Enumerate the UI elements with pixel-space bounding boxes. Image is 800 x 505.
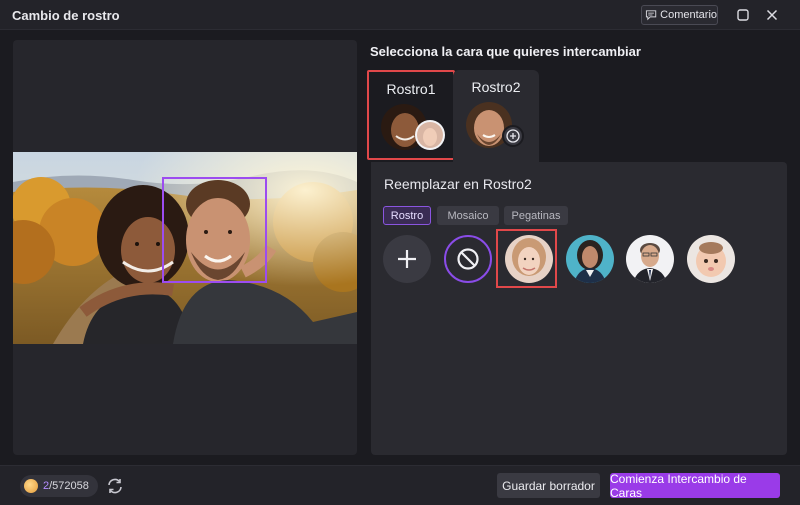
no-face-button[interactable] bbox=[444, 235, 492, 283]
credits-total: /572058 bbox=[49, 480, 89, 492]
tab-pegatinas-category[interactable]: Pegatinas bbox=[504, 206, 568, 225]
maximize-button[interactable] bbox=[734, 6, 752, 24]
credits-counter: 2/572058 bbox=[20, 475, 98, 497]
face-option-business-man-image bbox=[626, 235, 674, 283]
replace-panel: Reemplazar en Rostro2 Rostro Mosaico Peg… bbox=[371, 162, 787, 455]
tab-rostro1-label: Rostro1 bbox=[386, 81, 436, 97]
start-face-swap-button[interactable]: Comienza Intercambio de Caras bbox=[610, 472, 780, 500]
refresh-button[interactable] bbox=[105, 476, 125, 496]
close-button[interactable] bbox=[763, 6, 781, 24]
tab-rostro1[interactable]: Rostro1 bbox=[367, 70, 455, 160]
selected-face-highlight bbox=[496, 229, 557, 288]
tab-rostro2[interactable]: Rostro2 bbox=[453, 70, 539, 162]
save-draft-button[interactable]: Guardar borrador bbox=[497, 473, 600, 498]
refresh-icon bbox=[108, 478, 122, 494]
bottom-bar: 2/572058 Guardar borrador Comienza Inter… bbox=[0, 465, 800, 505]
window-title: Cambio de rostro bbox=[12, 8, 120, 23]
tab-rostro-category[interactable]: Rostro bbox=[383, 206, 431, 225]
face-option-baby[interactable] bbox=[687, 235, 735, 283]
preview-panel bbox=[13, 40, 357, 455]
face-option-business-woman[interactable] bbox=[566, 235, 614, 283]
ban-icon bbox=[457, 248, 479, 270]
replace-title: Reemplazar en Rostro2 bbox=[384, 176, 532, 192]
tab-rostro2-label: Rostro2 bbox=[471, 79, 521, 95]
maximize-icon bbox=[737, 9, 749, 21]
comment-label: Comentario bbox=[660, 9, 717, 21]
tab-mosaico-category[interactable]: Mosaico bbox=[437, 206, 499, 225]
coin-icon bbox=[24, 479, 38, 493]
detected-face-box[interactable] bbox=[162, 177, 267, 283]
add-face-button[interactable] bbox=[383, 235, 431, 283]
plus-icon bbox=[398, 250, 416, 268]
face-option-business-woman-image bbox=[566, 235, 614, 283]
rostro2-thumbnail bbox=[466, 102, 524, 148]
rostro1-thumbnail bbox=[381, 104, 445, 150]
face-option-business-man[interactable] bbox=[626, 235, 674, 283]
comment-icon bbox=[645, 10, 657, 21]
face-option-baby-image bbox=[687, 235, 735, 283]
close-icon bbox=[766, 9, 778, 21]
comment-button[interactable]: Comentario bbox=[641, 5, 718, 25]
select-face-prompt: Selecciona la cara que quieres intercamb… bbox=[370, 44, 641, 59]
title-bar: Cambio de rostro Comentario bbox=[0, 0, 800, 30]
